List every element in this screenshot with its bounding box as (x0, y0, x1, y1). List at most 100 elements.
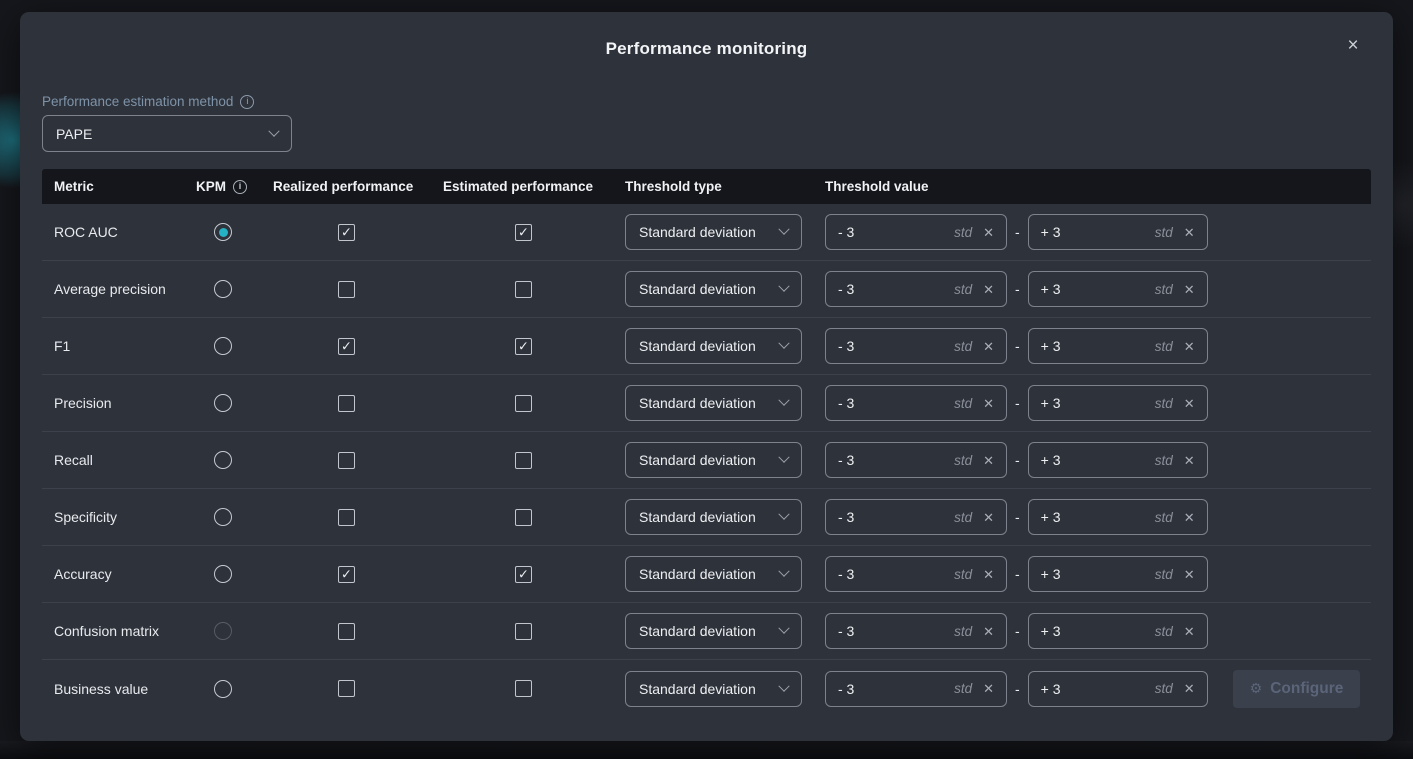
realized-performance-checkbox[interactable]: ✓ (338, 224, 355, 241)
clear-icon[interactable]: ✕ (983, 682, 994, 695)
kpm-radio[interactable] (214, 508, 232, 526)
metric-label: Confusion matrix (42, 623, 196, 639)
clear-icon[interactable]: ✕ (1184, 283, 1195, 296)
threshold-unit: std (954, 510, 972, 525)
clear-icon[interactable]: ✕ (1184, 340, 1195, 353)
threshold-type-value: Standard deviation (639, 566, 756, 582)
threshold-lower-input[interactable]: - 3 std ✕ (825, 556, 1007, 592)
clear-icon[interactable]: ✕ (1184, 568, 1195, 581)
threshold-type-select[interactable]: Standard deviation (625, 442, 802, 478)
clear-icon[interactable]: ✕ (983, 340, 994, 353)
realized-performance-checkbox[interactable]: ✓ (338, 338, 355, 355)
threshold-lower-input[interactable]: - 3 std ✕ (825, 613, 1007, 649)
check-icon: ✓ (518, 339, 529, 352)
gear-icon: ⚙ (1250, 680, 1263, 697)
realized-performance-checkbox[interactable]: ✓ (338, 566, 355, 583)
threshold-upper-input[interactable]: + 3 std ✕ (1028, 499, 1208, 535)
threshold-lower-value: - 3 (838, 281, 954, 297)
chevron-down-icon (778, 509, 789, 520)
threshold-lower-input[interactable]: - 3 std ✕ (825, 671, 1007, 707)
threshold-upper-value: + 3 (1041, 224, 1155, 240)
threshold-lower-input[interactable]: - 3 std ✕ (825, 214, 1007, 250)
realized-performance-checkbox[interactable]: ✓ (338, 680, 355, 697)
clear-icon[interactable]: ✕ (1184, 397, 1195, 410)
clear-icon[interactable]: ✕ (1184, 511, 1195, 524)
clear-icon[interactable]: ✕ (983, 511, 994, 524)
estimation-method-select[interactable]: PAPE (42, 115, 292, 152)
estimated-performance-checkbox[interactable]: ✓ (515, 623, 532, 640)
chevron-down-icon (778, 680, 789, 691)
kpm-radio[interactable] (214, 337, 232, 355)
clear-icon[interactable]: ✕ (983, 283, 994, 296)
check-icon: ✓ (341, 567, 352, 580)
threshold-upper-input[interactable]: + 3 std ✕ (1028, 613, 1208, 649)
threshold-range-separator: - (1015, 224, 1020, 240)
threshold-lower-input[interactable]: - 3 std ✕ (825, 385, 1007, 421)
clear-icon[interactable]: ✕ (1184, 454, 1195, 467)
threshold-unit: std (954, 453, 972, 468)
estimation-method-value: PAPE (56, 126, 92, 142)
estimated-performance-checkbox[interactable]: ✓ (515, 224, 532, 241)
info-icon[interactable]: i (240, 95, 254, 109)
threshold-type-select[interactable]: Standard deviation (625, 613, 802, 649)
threshold-type-select[interactable]: Standard deviation (625, 328, 802, 364)
estimated-performance-checkbox[interactable]: ✓ (515, 395, 532, 412)
kpm-radio[interactable] (214, 280, 232, 298)
threshold-lower-input[interactable]: - 3 std ✕ (825, 499, 1007, 535)
realized-performance-checkbox[interactable]: ✓ (338, 452, 355, 469)
threshold-type-value: Standard deviation (639, 224, 756, 240)
threshold-upper-input[interactable]: + 3 std ✕ (1028, 442, 1208, 478)
clear-icon[interactable]: ✕ (1184, 226, 1195, 239)
chevron-down-icon (778, 395, 789, 406)
realized-performance-checkbox[interactable]: ✓ (338, 395, 355, 412)
threshold-upper-input[interactable]: + 3 std ✕ (1028, 671, 1208, 707)
threshold-type-select[interactable]: Standard deviation (625, 271, 802, 307)
metric-label: Accuracy (42, 566, 196, 582)
estimated-performance-checkbox[interactable]: ✓ (515, 680, 532, 697)
kpm-info-icon[interactable]: i (233, 180, 247, 194)
clear-icon[interactable]: ✕ (1184, 625, 1195, 638)
threshold-lower-value: - 3 (838, 681, 954, 697)
threshold-upper-input[interactable]: + 3 std ✕ (1028, 556, 1208, 592)
threshold-range-separator: - (1015, 395, 1020, 411)
clear-icon[interactable]: ✕ (983, 625, 994, 638)
estimated-performance-checkbox[interactable]: ✓ (515, 509, 532, 526)
clear-icon[interactable]: ✕ (983, 397, 994, 410)
realized-performance-checkbox[interactable]: ✓ (338, 281, 355, 298)
estimated-performance-checkbox[interactable]: ✓ (515, 338, 532, 355)
clear-icon[interactable]: ✕ (983, 454, 994, 467)
threshold-upper-input[interactable]: + 3 std ✕ (1028, 328, 1208, 364)
threshold-upper-input[interactable]: + 3 std ✕ (1028, 385, 1208, 421)
threshold-upper-input[interactable]: + 3 std ✕ (1028, 214, 1208, 250)
threshold-unit: std (954, 339, 972, 354)
metric-label: F1 (42, 338, 196, 354)
estimated-performance-checkbox[interactable]: ✓ (515, 452, 532, 469)
configure-button[interactable]: ⚙ Configure (1233, 670, 1360, 708)
estimated-performance-checkbox[interactable]: ✓ (515, 281, 532, 298)
threshold-lower-input[interactable]: - 3 std ✕ (825, 271, 1007, 307)
realized-performance-checkbox[interactable]: ✓ (338, 623, 355, 640)
threshold-upper-value: + 3 (1041, 452, 1155, 468)
kpm-radio[interactable] (214, 451, 232, 469)
threshold-unit: std (1155, 339, 1173, 354)
chevron-down-icon (778, 224, 789, 235)
clear-icon[interactable]: ✕ (983, 226, 994, 239)
realized-performance-checkbox[interactable]: ✓ (338, 509, 355, 526)
kpm-radio[interactable] (214, 680, 232, 698)
threshold-type-select[interactable]: Standard deviation (625, 385, 802, 421)
kpm-radio[interactable] (214, 223, 232, 241)
threshold-lower-input[interactable]: - 3 std ✕ (825, 328, 1007, 364)
threshold-type-select[interactable]: Standard deviation (625, 556, 802, 592)
threshold-unit: std (1155, 396, 1173, 411)
kpm-radio[interactable] (214, 565, 232, 583)
clear-icon[interactable]: ✕ (983, 568, 994, 581)
threshold-lower-input[interactable]: - 3 std ✕ (825, 442, 1007, 478)
threshold-upper-input[interactable]: + 3 std ✕ (1028, 271, 1208, 307)
estimated-performance-checkbox[interactable]: ✓ (515, 566, 532, 583)
threshold-type-select[interactable]: Standard deviation (625, 499, 802, 535)
threshold-type-select[interactable]: Standard deviation (625, 214, 802, 250)
clear-icon[interactable]: ✕ (1184, 682, 1195, 695)
threshold-type-select[interactable]: Standard deviation (625, 671, 802, 707)
kpm-radio[interactable] (214, 394, 232, 412)
close-icon[interactable]: × (1343, 36, 1363, 56)
